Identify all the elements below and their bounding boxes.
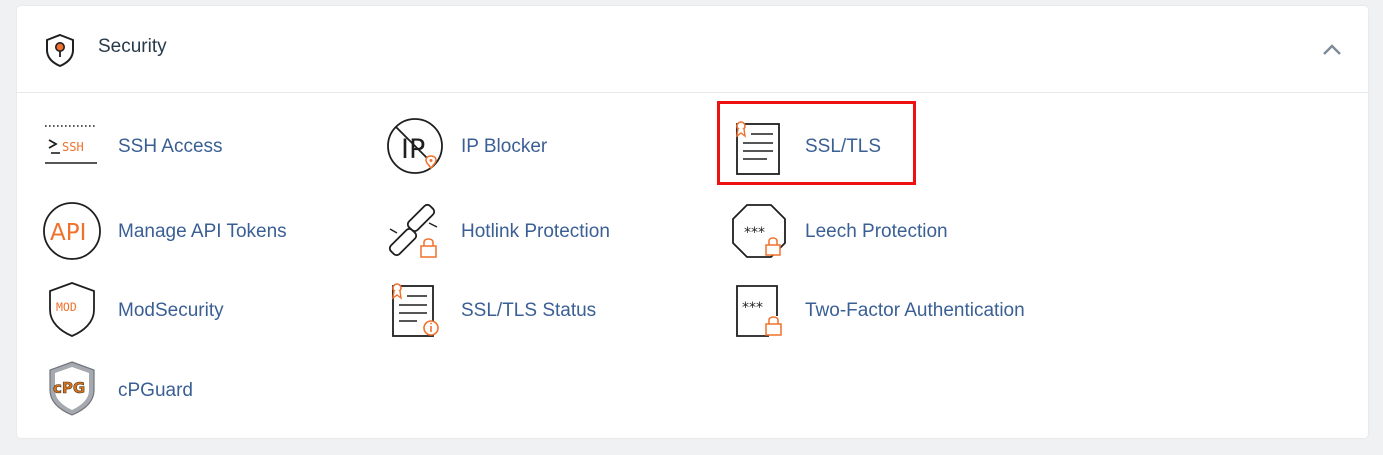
two-factor-authentication-item[interactable]: *** Two-Factor Authentication xyxy=(729,280,1069,346)
security-panel: Security SSH SSH Access IP IP Blocker SS… xyxy=(17,6,1368,438)
ip-blocker-label: IP Blocker xyxy=(461,136,548,157)
svg-text:MOD: MOD xyxy=(56,300,77,314)
api-icon: API xyxy=(42,201,104,263)
ssh-access-label: SSH Access xyxy=(118,136,223,157)
svg-text:IP: IP xyxy=(401,134,425,165)
svg-text:***: *** xyxy=(744,225,765,241)
two-factor-icon: *** xyxy=(729,280,791,342)
cpguard-shield-icon: cPG xyxy=(42,360,104,422)
ssl-tls-status-item[interactable]: SSL/TLS Status xyxy=(385,280,635,346)
two-factor-authentication-label: Two-Factor Authentication xyxy=(805,300,1025,321)
leech-protection-label: Leech Protection xyxy=(805,221,948,242)
modsecurity-label: ModSecurity xyxy=(118,300,224,321)
modsecurity-item[interactable]: MOD ModSecurity xyxy=(42,280,282,346)
password-lock-icon: *** xyxy=(729,201,791,263)
ip-blocker-icon: IP xyxy=(385,116,447,178)
manage-api-tokens-label: Manage API Tokens xyxy=(118,221,287,242)
leech-protection-item[interactable]: *** Leech Protection xyxy=(729,201,989,267)
security-panel-header[interactable]: Security xyxy=(17,6,1368,93)
hotlink-protection-item[interactable]: Hotlink Protection xyxy=(385,201,655,267)
cpguard-label: cPGuard xyxy=(118,380,193,401)
mod-shield-icon: MOD xyxy=(42,280,104,342)
broken-link-lock-icon xyxy=(385,201,447,263)
chevron-up-icon[interactable] xyxy=(1320,40,1344,60)
ssl-tls-status-label: SSL/TLS Status xyxy=(461,300,597,321)
shield-pin-icon xyxy=(43,32,77,68)
cpguard-item[interactable]: cPG cPGuard xyxy=(42,360,242,426)
ssh-access-item[interactable]: SSH SSH Access xyxy=(42,116,282,182)
ip-blocker-item[interactable]: IP IP Blocker xyxy=(385,116,625,182)
ssh-terminal-icon: SSH xyxy=(42,116,104,178)
svg-text:cPG: cPG xyxy=(53,379,85,397)
svg-text:SSH: SSH xyxy=(62,140,84,154)
section-title: Security xyxy=(98,36,167,57)
hotlink-protection-label: Hotlink Protection xyxy=(461,221,610,242)
svg-text:***: *** xyxy=(742,300,763,316)
highlight-box xyxy=(717,101,916,185)
manage-api-tokens-item[interactable]: API Manage API Tokens xyxy=(42,201,332,267)
certificate-info-icon xyxy=(385,280,447,342)
svg-text:API: API xyxy=(50,220,86,246)
